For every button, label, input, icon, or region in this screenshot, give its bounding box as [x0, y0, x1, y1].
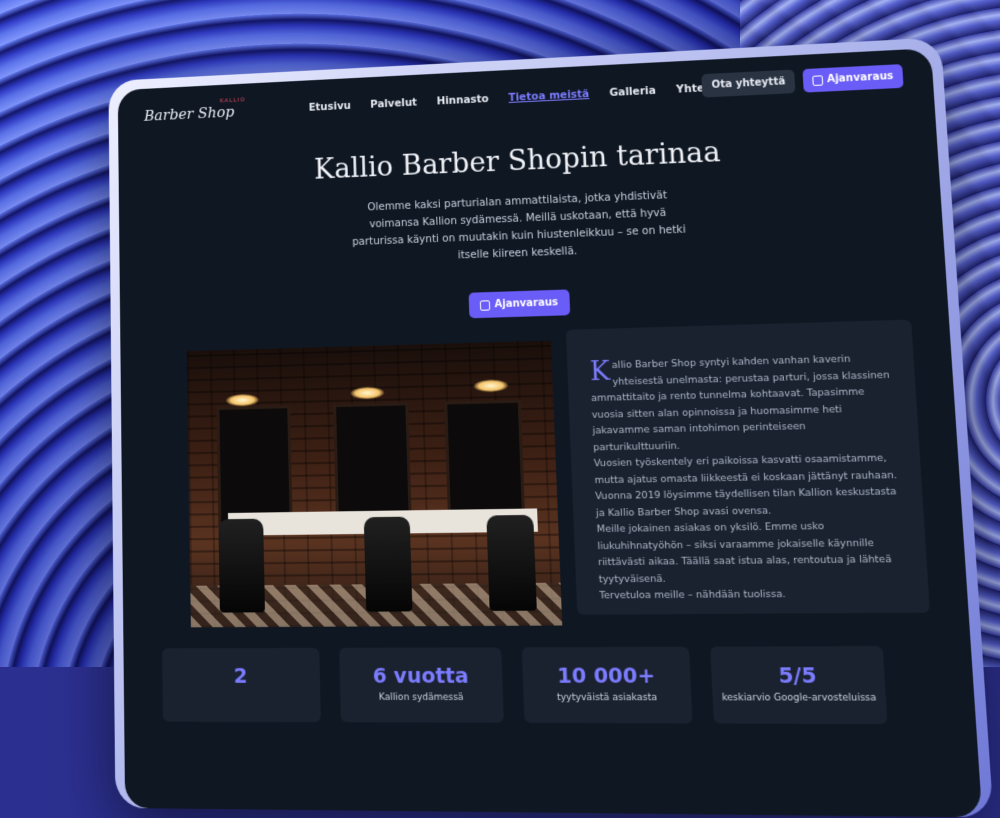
- stat-value: 6 vuotta: [340, 662, 503, 688]
- hero-lead: Olemme kaksi parturialan ammattilaista, …: [348, 186, 691, 268]
- book-button[interactable]: Ajanvaraus: [802, 64, 903, 93]
- logo-text: Barber Shop: [144, 103, 235, 125]
- mirror: [216, 405, 292, 525]
- stat-card: 5/5 keskiarvio Google-arvosteluissa: [710, 646, 887, 724]
- stat-value: 10 000+: [522, 662, 691, 688]
- nav-link-tietoa-meista[interactable]: Tietoa meistä: [508, 88, 589, 104]
- logo[interactable]: Barber Shop KALLIO: [144, 103, 235, 125]
- nav-link-etusivu[interactable]: Etusivu: [309, 100, 351, 114]
- hero-book-label: Ajanvaraus: [494, 297, 558, 310]
- calendar-icon: [812, 75, 823, 86]
- web-page: Barber Shop KALLIO Etusivu Palvelut Hinn…: [118, 48, 983, 817]
- story-paragraph: allio Barber Shop syntyi kahden vanhan k…: [589, 350, 895, 456]
- stat-value: 2: [162, 663, 320, 688]
- dropcap: K: [589, 358, 610, 386]
- nav-link-galleria[interactable]: Galleria: [609, 85, 656, 99]
- story-paragraph: Tervetuloa meille – nähdään tuolissa.: [599, 585, 905, 604]
- book-button-label: Ajanvaraus: [827, 71, 894, 86]
- barbershop-photo: [187, 341, 562, 628]
- hero: Kallio Barber Shopin tarinaa Olemme kaks…: [118, 106, 948, 329]
- stat-card: 10 000+ tyytyväistä asiakasta: [522, 647, 693, 724]
- story-paragraph: Meille jokainen asiakas on yksilö. Emme …: [596, 517, 904, 587]
- nav-links: Etusivu Palvelut Hinnasto Tietoa meistä …: [309, 80, 755, 114]
- mirror: [444, 400, 525, 523]
- contact-button[interactable]: Ota yhteyttä: [702, 70, 796, 98]
- barber-chair: [364, 517, 413, 612]
- stat-label: keskiarvio Google-arvosteluissa: [712, 693, 886, 704]
- nav-buttons: Ota yhteyttä Ajanvaraus: [702, 64, 904, 97]
- stat-label: tyytyväistä asiakasta: [523, 693, 691, 704]
- barber-chair: [218, 519, 265, 613]
- calendar-icon: [480, 300, 490, 311]
- mirror: [333, 402, 412, 524]
- stats-row: 2 6 vuotta Kallion sydämessä 10 000+ tyy…: [162, 646, 954, 736]
- nav-link-hinnasto[interactable]: Hinnasto: [436, 93, 488, 108]
- logo-sub: KALLIO: [220, 96, 246, 104]
- stat-label: Kallion sydämessä: [340, 692, 503, 703]
- story-paragraph: Vuosien työskentely eri paikoissa kasvat…: [594, 450, 900, 521]
- nav-link-palvelut[interactable]: Palvelut: [370, 97, 417, 111]
- about-section: K allio Barber Shop syntyi kahden vanhan…: [120, 329, 971, 659]
- stat-card: 6 vuotta Kallion sydämessä: [339, 647, 504, 723]
- stat-value: 5/5: [711, 662, 885, 689]
- stat-card: 2: [162, 648, 321, 722]
- tablet-frame: Barber Shop KALLIO Etusivu Palvelut Hinn…: [108, 37, 993, 817]
- hero-book-button[interactable]: Ajanvaraus: [469, 289, 570, 318]
- barber-chair: [486, 515, 537, 611]
- story-card: K allio Barber Shop syntyi kahden vanhan…: [566, 320, 930, 615]
